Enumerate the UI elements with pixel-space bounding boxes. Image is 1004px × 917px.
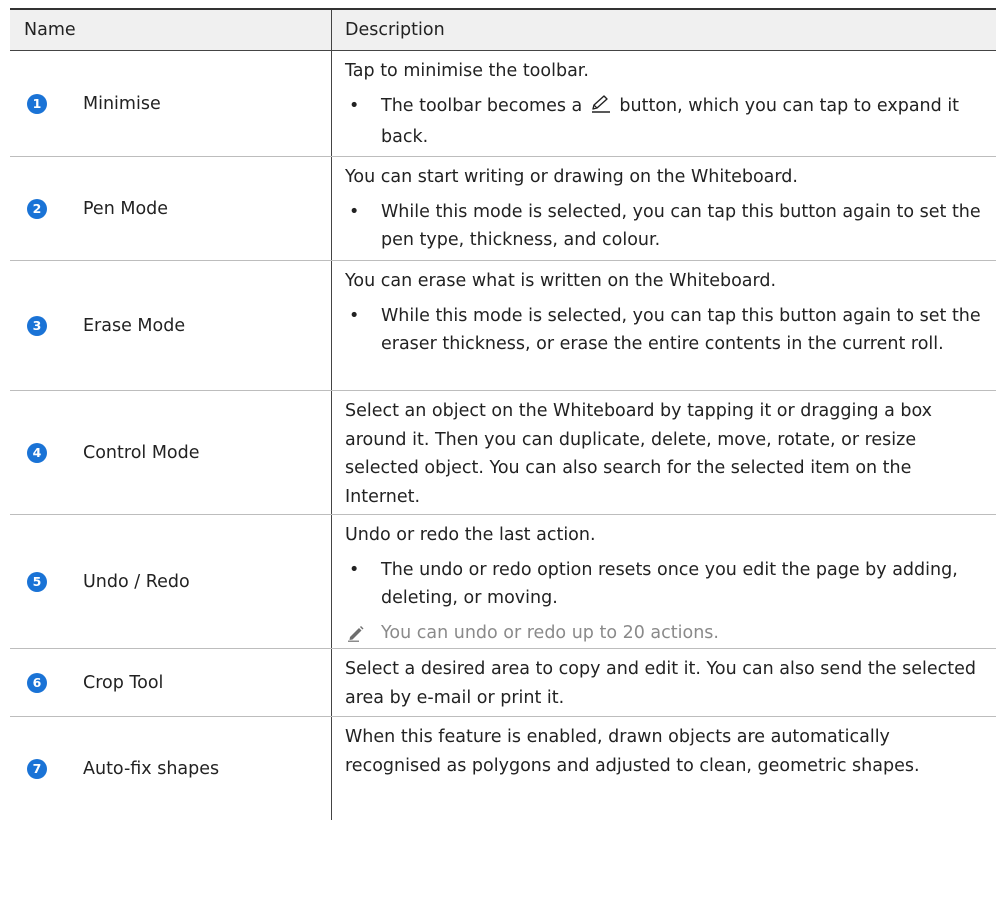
- name-cell: 5 Undo / Redo: [10, 515, 332, 648]
- bullet-text-start: The toolbar becomes a: [381, 95, 583, 116]
- name-cell: 7 Auto-fix shapes: [10, 717, 332, 820]
- feature-description: You can start writing or drawing on the …: [345, 167, 798, 187]
- table-row-crop-tool: 6 Crop Tool Select a desired area to cop…: [10, 649, 996, 717]
- number-badge: 1: [27, 93, 47, 114]
- description-cell: When this feature is enabled, drawn obje…: [332, 717, 996, 820]
- bullet-item: • The toolbar becomes a button, which yo…: [345, 92, 984, 152]
- table-row-minimise: 1 Minimise Tap to minimise the toolbar. …: [10, 51, 996, 157]
- bullet-item: • The undo or redo option resets once yo…: [345, 556, 984, 613]
- number-badge: 3: [27, 315, 47, 336]
- bullet-dot: •: [349, 305, 360, 326]
- number-badge: 6: [27, 672, 47, 693]
- table-header: Name Description: [10, 8, 996, 51]
- bullet-dot: •: [349, 95, 360, 116]
- description-cell: Tap to minimise the toolbar. • The toolb…: [332, 51, 996, 156]
- bullet-text: While this mode is selected, you can tap…: [381, 305, 981, 355]
- table-row-auto-fix-shapes: 7 Auto-fix shapes When this feature is e…: [10, 717, 996, 820]
- feature-table: Name Description 1 Minimise Tap to minim…: [10, 8, 996, 820]
- name-cell: 6 Crop Tool: [10, 649, 332, 716]
- description-cell: Undo or redo the last action. • The undo…: [332, 515, 996, 648]
- number-badge: 4: [27, 442, 47, 463]
- feature-name: Erase Mode: [83, 315, 186, 336]
- bullet-dot: •: [349, 201, 360, 222]
- feature-name: Control Mode: [83, 442, 200, 463]
- table-row-pen-mode: 2 Pen Mode You can start writing or draw…: [10, 157, 996, 261]
- description-cell: Select an object on the Whiteboard by ta…: [332, 391, 996, 514]
- feature-description: Undo or redo the last action.: [345, 525, 596, 545]
- feature-name: Undo / Redo: [83, 571, 190, 592]
- description-cell: You can start writing or drawing on the …: [332, 157, 996, 260]
- feature-description: Select an object on the Whiteboard by ta…: [345, 401, 933, 507]
- name-cell: 3 Erase Mode: [10, 261, 332, 390]
- table-row-erase-mode: 3 Erase Mode You can erase what is writt…: [10, 261, 996, 391]
- bullet-dot: •: [349, 559, 360, 580]
- feature-description: You can erase what is written on the Whi…: [345, 271, 777, 291]
- header-name: Name: [10, 10, 332, 50]
- table-row-control-mode: 4 Control Mode Select an object on the W…: [10, 391, 996, 515]
- note-text: You can undo or redo up to 20 actions.: [381, 622, 719, 643]
- name-cell: 1 Minimise: [10, 51, 332, 156]
- bullet-text: The toolbar becomes a button, which you …: [381, 92, 984, 152]
- name-cell: 2 Pen Mode: [10, 157, 332, 260]
- bullet-item: • While this mode is selected, you can t…: [345, 198, 984, 255]
- feature-description: Select a desired area to copy and edit i…: [345, 659, 977, 708]
- feature-description: Tap to minimise the toolbar.: [345, 61, 589, 81]
- note-pencil-icon: [345, 619, 381, 648]
- bullet-text: The undo or redo option resets once you …: [381, 559, 958, 609]
- pen-icon: [590, 94, 612, 124]
- number-badge: 7: [27, 758, 47, 779]
- number-badge: 2: [27, 198, 47, 219]
- bullet-text: While this mode is selected, you can tap…: [381, 201, 981, 251]
- feature-name: Crop Tool: [83, 672, 164, 693]
- feature-name: Minimise: [83, 93, 161, 114]
- feature-name: Auto-fix shapes: [83, 758, 220, 779]
- feature-description: When this feature is enabled, drawn obje…: [345, 727, 920, 776]
- bullet-item: • While this mode is selected, you can t…: [345, 302, 984, 359]
- description-cell: Select a desired area to copy and edit i…: [332, 649, 996, 716]
- description-cell: You can erase what is written on the Whi…: [332, 261, 996, 390]
- name-cell: 4 Control Mode: [10, 391, 332, 514]
- feature-name: Pen Mode: [83, 198, 169, 219]
- number-badge: 5: [27, 571, 47, 592]
- table-row-undo-redo: 5 Undo / Redo Undo or redo the last acti…: [10, 515, 996, 649]
- header-description: Description: [345, 20, 445, 40]
- note-item: You can undo or redo up to 20 actions.: [345, 619, 984, 648]
